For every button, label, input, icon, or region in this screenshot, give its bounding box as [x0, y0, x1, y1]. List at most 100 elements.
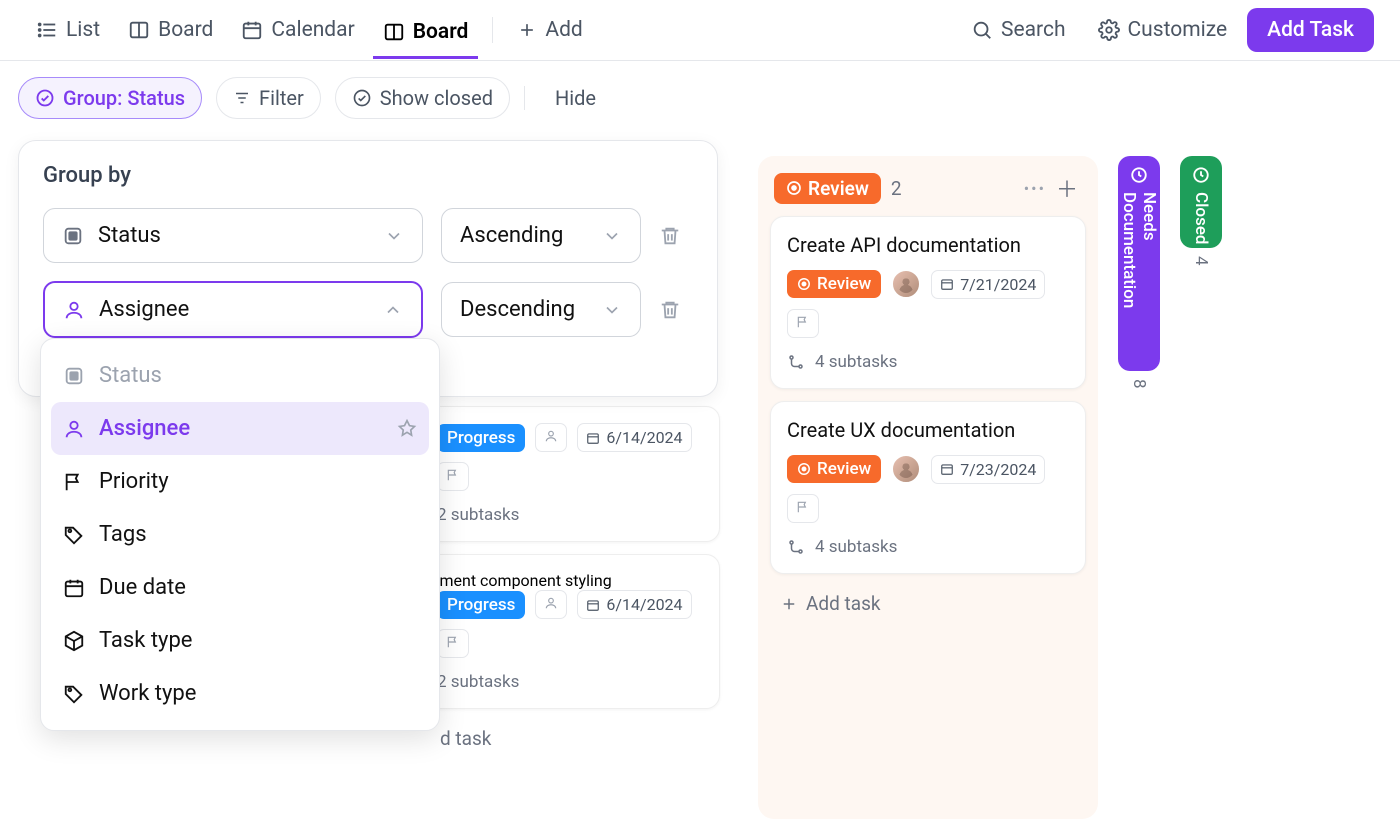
assignee-avatar[interactable] [891, 269, 921, 299]
cube-icon [63, 630, 85, 652]
assignee-avatar[interactable] [891, 454, 921, 484]
due-date[interactable]: 6/14/2024 [577, 590, 691, 619]
tag-icon [63, 683, 85, 705]
add-task-label: d task [440, 727, 491, 750]
hide-label: Hide [555, 86, 596, 110]
assignee-placeholder[interactable] [535, 423, 567, 452]
search-label: Search [1001, 18, 1066, 42]
gear-icon [1098, 19, 1120, 41]
calendar-icon [586, 431, 600, 445]
calendar-icon [940, 277, 954, 291]
groupby-order-select[interactable]: Ascending [441, 208, 641, 263]
filter-icon [233, 89, 251, 107]
collapsed-column-needs-doc[interactable]: Needs Documentation 8 [1118, 156, 1160, 819]
calendar-icon [586, 598, 600, 612]
status-chip-review[interactable]: Review [774, 173, 881, 204]
board-icon [383, 21, 405, 43]
due-date[interactable]: 7/21/2024 [931, 270, 1045, 299]
subtasks-row[interactable]: 4 subtasks [787, 352, 1069, 372]
delete-icon[interactable] [659, 299, 681, 321]
task-title: ement component styling [431, 571, 703, 590]
status-chip-progress-small[interactable]: Progress [437, 591, 525, 619]
view-tab-list[interactable]: List [26, 10, 110, 50]
groupby-row: Assignee Descending [43, 281, 693, 338]
add-task-row[interactable]: Add task [770, 586, 1086, 621]
subtasks-text: 4 subtasks [815, 352, 897, 372]
show-closed-label: Show closed [380, 86, 493, 110]
add-task-row[interactable]: d task [400, 721, 720, 756]
pin-icon [397, 419, 417, 439]
add-task-button[interactable]: Add Task [1247, 8, 1374, 52]
due-date[interactable]: 6/14/2024 [577, 423, 691, 452]
show-closed-pill[interactable]: Show closed [335, 77, 510, 119]
column-label: Needs Documentation [1119, 192, 1159, 361]
divider [524, 86, 525, 110]
dropdown-item-label: Work type [99, 681, 196, 706]
calendar-icon [940, 462, 954, 476]
status-chip-review-small[interactable]: Review [787, 270, 881, 298]
groupby-field-dropdown: Status Assignee Priority Tags Due date T… [40, 338, 440, 731]
view-tab-label: Calendar [271, 18, 354, 42]
dropdown-item-assignee[interactable]: Assignee [51, 402, 429, 455]
dropdown-item-work-type[interactable]: Work type [51, 667, 429, 720]
view-tab-board[interactable]: Board [118, 10, 223, 50]
task-card[interactable]: Create UX documentation Review 7/23/2024… [770, 401, 1086, 574]
user-icon [63, 418, 85, 440]
dropdown-item-tags[interactable]: Tags [51, 508, 429, 561]
status-icon [62, 225, 84, 247]
subtasks-text: 2 subtasks [437, 672, 519, 692]
tag-icon [63, 524, 85, 546]
subtasks-row[interactable]: 2 subtasks [437, 505, 703, 525]
flag-icon [63, 471, 85, 493]
customize-button[interactable]: Customize [1086, 10, 1240, 50]
task-card[interactable]: Create API documentation Review 7/21/202… [770, 216, 1086, 389]
column-count: 8 [1129, 379, 1149, 389]
task-card[interactable]: ement component styling Progress 6/14/20… [400, 554, 720, 709]
search-button[interactable]: Search [959, 10, 1078, 50]
dropdown-item-label: Assignee [99, 416, 190, 441]
add-view-button[interactable]: Add [507, 10, 592, 50]
task-card[interactable]: Progress 6/14/2024 2 subtasks [400, 406, 720, 542]
plus-icon [517, 20, 537, 40]
view-tab-board-active[interactable]: Board [373, 12, 479, 59]
filter-bar: Group: Status Filter Show closed Hide [0, 61, 1400, 119]
status-label: Review [817, 274, 871, 294]
group-status-pill[interactable]: Group: Status [18, 77, 202, 119]
column-more-icon[interactable]: ••• [1024, 179, 1046, 198]
priority-flag[interactable] [437, 462, 469, 491]
subtasks-text: 2 subtasks [437, 505, 519, 525]
filter-pill[interactable]: Filter [216, 77, 321, 119]
groupby-title: Group by [43, 163, 693, 188]
review-icon [797, 462, 811, 476]
column-add-icon[interactable]: ＋ [1056, 172, 1078, 204]
due-date[interactable]: 7/23/2024 [931, 455, 1045, 484]
subtasks-row[interactable]: 4 subtasks [787, 537, 1069, 557]
priority-flag[interactable] [787, 494, 819, 523]
assignee-placeholder[interactable] [535, 590, 567, 619]
status-label: Review [817, 459, 871, 479]
column-count: 4 [1191, 256, 1211, 266]
priority-flag[interactable] [787, 309, 819, 338]
dropdown-item-task-type[interactable]: Task type [51, 614, 429, 667]
collapsed-column-closed[interactable]: Closed 4 [1180, 156, 1222, 819]
status-chip-review-small[interactable]: Review [787, 455, 881, 483]
view-tab-calendar[interactable]: Calendar [231, 10, 364, 50]
dropdown-item-due-date[interactable]: Due date [51, 561, 429, 614]
subtasks-row[interactable]: 2 subtasks [437, 672, 703, 692]
board-icon [128, 19, 150, 41]
status-chip-progress-small[interactable]: Progress [437, 424, 525, 452]
column-header: Review 2 ••• ＋ [770, 168, 1086, 216]
groupby-field-select[interactable]: Status [43, 208, 423, 263]
dropdown-item-priority[interactable]: Priority [51, 455, 429, 508]
groupby-order-select[interactable]: Descending [441, 282, 641, 337]
delete-icon[interactable] [659, 225, 681, 247]
view-tab-label: Board [158, 18, 213, 42]
flag-icon [446, 635, 460, 649]
filter-label: Filter [259, 86, 304, 110]
groupby-field-select[interactable]: Assignee [43, 281, 423, 338]
hide-button[interactable]: Hide [539, 78, 612, 118]
priority-flag[interactable] [437, 629, 469, 658]
date-text: 6/14/2024 [606, 428, 682, 447]
dropdown-item-status[interactable]: Status [51, 349, 429, 402]
calendar-icon [241, 19, 263, 41]
